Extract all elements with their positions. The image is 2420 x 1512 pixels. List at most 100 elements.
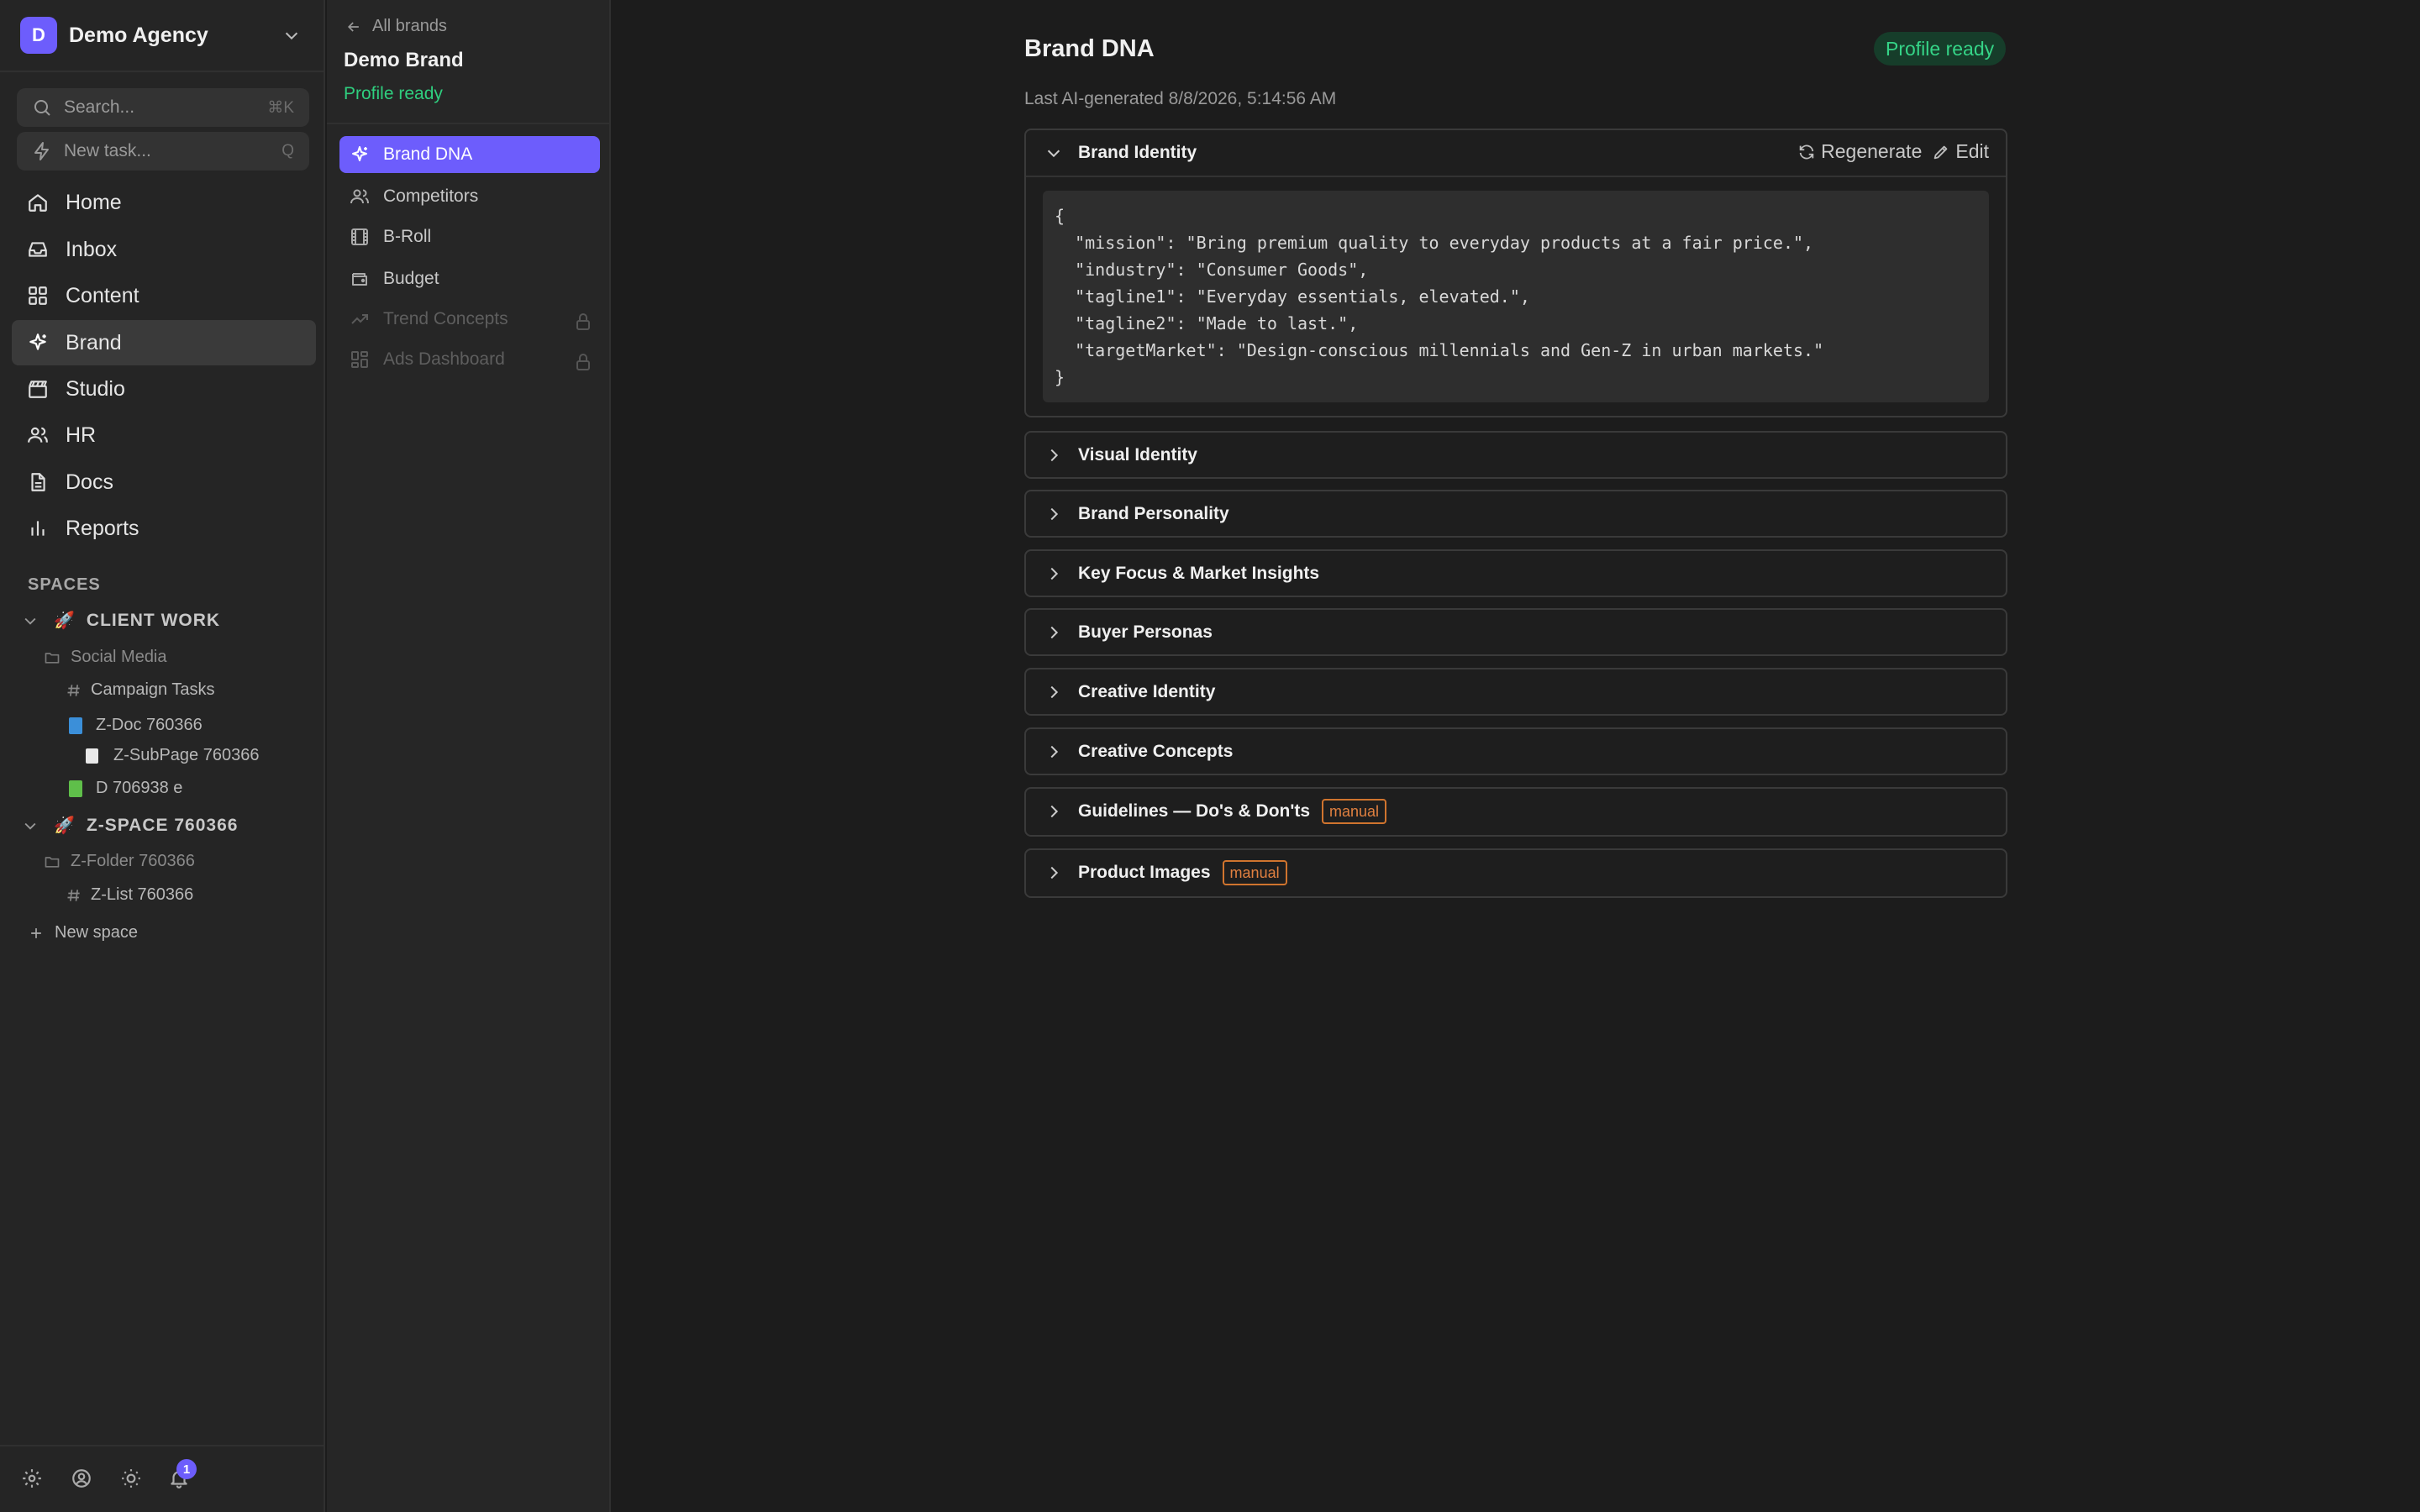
doc-z-doc[interactable]: Z-Doc 760366 (69, 716, 203, 735)
folder-icon (44, 853, 60, 870)
new-task-label: New task... (64, 141, 151, 160)
section-title: Buyer Personas (1078, 622, 1213, 642)
hash-icon (66, 887, 82, 904)
inbox-icon (27, 239, 66, 260)
space-client-work[interactable]: 🚀 CLIENT WORK (22, 610, 220, 631)
subnav-item-trend-concepts: Trend Concepts (339, 301, 600, 338)
folder-icon (44, 649, 60, 666)
section-visual-identity[interactable]: Visual Identity (1024, 431, 2007, 479)
subnav-label: Budget (383, 269, 439, 288)
section-title: Visual Identity (1078, 445, 1197, 465)
section-title: Key Focus & Market Insights (1078, 564, 1320, 583)
list-campaign-tasks[interactable]: Campaign Tasks (66, 680, 214, 700)
all-brands-link[interactable]: All brands (345, 17, 447, 36)
folder-social-media[interactable]: Social Media (44, 648, 167, 667)
sidebar-footer (0, 1445, 325, 1512)
arrow-left-icon (345, 18, 372, 35)
subnav-label: Brand DNA (383, 144, 473, 164)
theme-toggle-icon[interactable] (120, 1467, 142, 1489)
search-icon (32, 97, 64, 118)
subnav-item-budget[interactable]: Budget (339, 260, 600, 297)
nav-label: Home (66, 190, 122, 214)
subnav-label: Competitors (383, 186, 479, 206)
new-space-button[interactable]: New space (28, 923, 138, 942)
document-icon (27, 471, 66, 493)
space-title: CLIENT WORK (86, 610, 221, 630)
dashboard-icon (350, 349, 383, 370)
subpage-label: Z-SubPage 760366 (113, 746, 260, 764)
manual-badge: manual (1222, 860, 1287, 885)
nav-item-brand[interactable]: Brand (12, 320, 316, 365)
nav-item-hr[interactable]: HR (12, 412, 316, 458)
doc-d-706938[interactable]: D 706938 e (69, 779, 182, 798)
chevron-down-icon (22, 612, 39, 629)
doc-z-subpage[interactable]: Z-SubPage 760366 (86, 746, 259, 765)
section-creative-concepts[interactable]: Creative Concepts (1024, 727, 2007, 775)
chevron-right-icon (1044, 864, 1063, 882)
manual-badge: manual (1322, 799, 1387, 824)
rocket-icon: 🚀 (54, 816, 75, 835)
spaces-header: SPACES (28, 575, 101, 594)
nav-item-content[interactable]: Content (12, 273, 316, 318)
subnav-item-b-roll[interactable]: B-Roll (339, 218, 600, 255)
grid-icon (27, 285, 66, 307)
users-icon (27, 424, 66, 446)
film-icon (350, 227, 383, 247)
nav-item-home[interactable]: Home (12, 180, 316, 225)
workspace-avatar: D (20, 17, 57, 54)
edit-button[interactable]: Edit (1932, 140, 1989, 163)
last-generated-text: Last AI-generated 8/8/2026, 5:14:56 AM (1024, 89, 1337, 108)
section-title: Product Images (1078, 863, 1211, 882)
subnav-item-ads-dashboard: Ads Dashboard (339, 341, 600, 378)
nav-label: Reports (66, 516, 139, 540)
section-key-focus[interactable]: Key Focus & Market Insights (1024, 549, 2007, 597)
edit-label: Edit (1955, 140, 1989, 162)
chevron-right-icon (1044, 802, 1063, 821)
chevron-right-icon (1044, 683, 1063, 701)
list-z-list[interactable]: Z-List 760366 (66, 885, 193, 905)
section-title: Creative Identity (1078, 682, 1216, 701)
section-title: Guidelines — Do's & Don'ts (1078, 801, 1311, 821)
space-z-space[interactable]: 🚀 Z-SPACE 760366 (22, 815, 238, 836)
subnav-label: Ads Dashboard (383, 349, 505, 369)
divider (327, 123, 611, 124)
folder-z-folder[interactable]: Z-Folder 760366 (44, 852, 195, 871)
section-actions: Regenerate Edit (1787, 140, 1989, 163)
nav-item-studio[interactable]: Studio (12, 366, 316, 412)
nav-item-docs[interactable]: Docs (12, 459, 316, 505)
chevron-right-icon (1044, 564, 1063, 583)
section-product-images[interactable]: Product Images manual (1024, 848, 2007, 898)
subnav-item-brand-dna[interactable]: Brand DNA (339, 136, 600, 173)
divider (1026, 176, 2006, 177)
nav-item-inbox[interactable]: Inbox (12, 227, 316, 272)
section-guidelines[interactable]: Guidelines — Do's & Don'ts manual (1024, 787, 2007, 837)
section-brand-personality[interactable]: Brand Personality (1024, 490, 2007, 538)
lock-icon (573, 312, 590, 330)
nav-label: HR (66, 423, 97, 447)
doc-label: Z-Doc 760366 (96, 716, 203, 734)
section-buyer-personas[interactable]: Buyer Personas (1024, 608, 2007, 656)
profile-icon[interactable] (71, 1467, 92, 1489)
pencil-icon (1932, 143, 1955, 161)
workspace-switcher[interactable]: D Demo Agency (20, 17, 306, 54)
settings-icon[interactable] (21, 1467, 43, 1489)
sparkle-icon (350, 144, 383, 165)
section-title: Brand Identity (1078, 143, 1197, 162)
section-creative-identity[interactable]: Creative Identity (1024, 668, 2007, 716)
new-space-label: New space (55, 923, 138, 942)
search-input[interactable]: Search... ⌘K (17, 88, 309, 127)
space-title: Z-SPACE 760366 (86, 815, 239, 835)
list-label: Z-List 760366 (91, 885, 194, 904)
brand-status: Profile ready (344, 84, 443, 103)
nav-label: Brand (66, 330, 122, 354)
nav-item-reports[interactable]: Reports (12, 506, 316, 551)
regenerate-button[interactable]: Regenerate (1797, 140, 1922, 163)
clapperboard-icon (27, 378, 66, 400)
hash-icon (66, 682, 82, 699)
notification-badge: 1 (176, 1459, 197, 1479)
subnav-item-competitors[interactable]: Competitors (339, 178, 600, 215)
list-label: Campaign Tasks (91, 680, 215, 699)
home-icon (27, 192, 66, 213)
new-task-input[interactable]: New task... Q (17, 132, 309, 171)
folder-label: Z-Folder 760366 (71, 852, 195, 870)
